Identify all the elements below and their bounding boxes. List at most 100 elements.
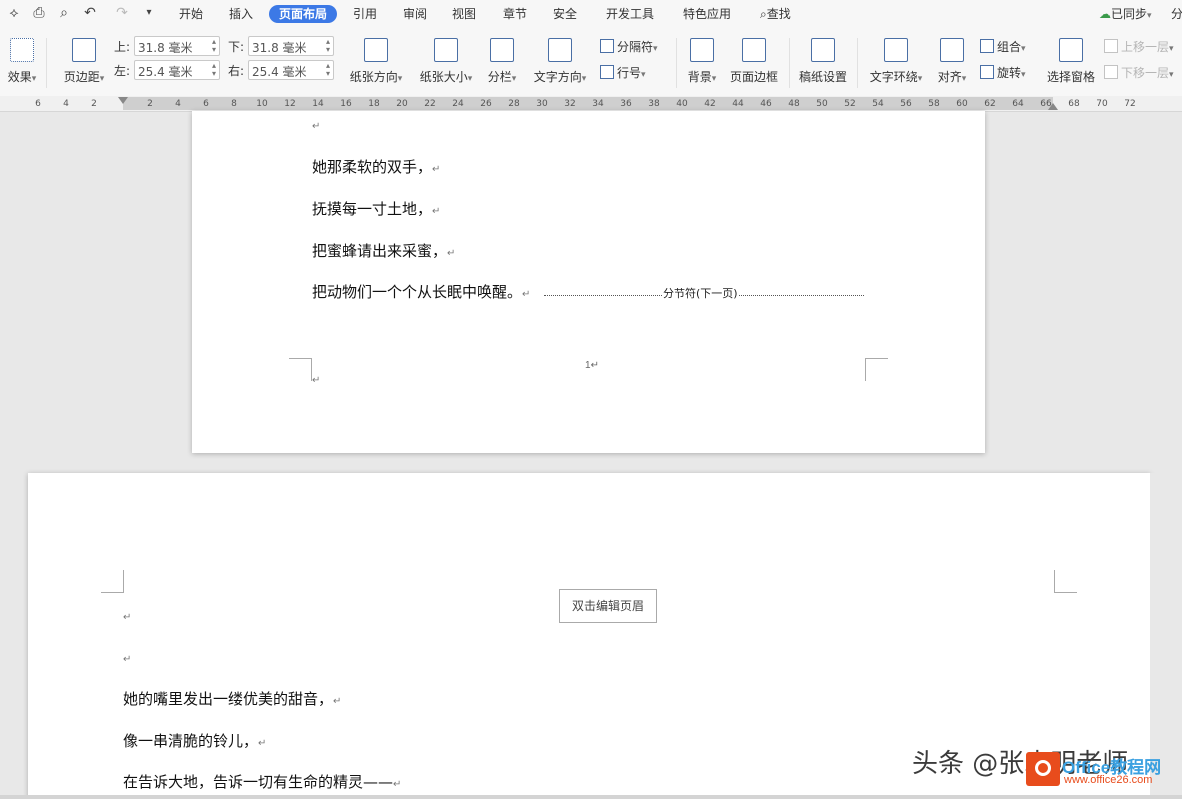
group-button[interactable]: 组合▾ [980, 38, 1026, 55]
tab-page-layout[interactable]: 页面布局 [269, 5, 338, 23]
ruler-tick-label: 62 [984, 99, 996, 109]
background-label: 背景 [687, 70, 712, 84]
margin-bottom-value[interactable]: 31.8 毫米 [252, 39, 307, 56]
effects-label: 效果 [7, 70, 32, 84]
edit-header-button[interactable]: 双击编辑页眉 [559, 589, 657, 623]
tab-security[interactable]: 安全 [553, 5, 577, 23]
undo-icon[interactable]: ↶ [82, 5, 98, 21]
tab-features[interactable]: 特色应用 [683, 5, 731, 23]
line-numbers-icon [600, 65, 614, 79]
document-page-1[interactable] [192, 111, 985, 453]
bring-forward-button[interactable]: 上移一层▾ [1104, 38, 1174, 55]
document-line[interactable]: 她那柔软的双手，↵ [312, 156, 440, 177]
send-backward-button[interactable]: 下移一层▾ [1104, 64, 1174, 81]
sync-status[interactable]: ☁已同步▾ [1099, 5, 1152, 23]
ruler-tick-label: 2 [147, 99, 153, 109]
margin-bottom-label: 下: [228, 40, 245, 54]
text-direction-button[interactable]: 文字方向▾ [530, 38, 590, 85]
ruler-tick-label: 60 [956, 99, 968, 109]
margin-corner-marker [1054, 570, 1077, 593]
orientation-label: 纸张方向 [349, 70, 398, 84]
paragraph-mark: ↵ [123, 612, 132, 623]
ruler-tick-label: 46 [760, 99, 772, 109]
ruler-tick-label: 54 [872, 99, 884, 109]
margin-top-field[interactable]: 上: 31.8 毫米 ▴ ▾ [114, 36, 222, 56]
margin-bottom-field[interactable]: 下: 31.8 毫米 ▴ ▾ [228, 36, 336, 56]
document-line[interactable]: 在告诉大地，告诉一切有生命的精灵——↵ [123, 771, 401, 792]
rotate-button[interactable]: 旋转▾ [980, 64, 1026, 81]
selection-pane-icon [1059, 38, 1083, 62]
page-border-icon [742, 38, 766, 62]
orientation-button[interactable]: 纸张方向▾ [346, 38, 406, 85]
ruler-tick-label: 56 [900, 99, 912, 109]
page-border-button[interactable]: 页面边框 [728, 38, 780, 85]
rotate-label: 旋转 [997, 66, 1022, 80]
wps-logo-icon[interactable]: ⟡ [6, 5, 22, 21]
share-button[interactable]: 分 [1171, 5, 1182, 23]
office-logo: Office教程网 www.office26.com [1026, 752, 1176, 792]
redo-icon[interactable]: ↷ [114, 5, 130, 21]
margin-corner-marker [289, 358, 312, 381]
ruler-tick-label: 36 [620, 99, 632, 109]
ruler-tick-label: 20 [396, 99, 408, 109]
margin-left-value[interactable]: 25.4 毫米 [138, 63, 193, 80]
margin-top-value[interactable]: 31.8 毫米 [138, 39, 193, 56]
ruler-tick-label: 68 [1068, 99, 1080, 109]
manuscript-button[interactable]: 稿纸设置 [797, 38, 849, 85]
margin-left-field[interactable]: 左: 25.4 毫米 ▴ ▾ [114, 60, 222, 80]
document-line[interactable]: 把动物们一个个从长眠中唤醒。↵ [312, 281, 530, 302]
ruler-tick-label: 22 [424, 99, 436, 109]
align-icon [940, 38, 964, 62]
effects-button[interactable]: 效果▾ [4, 38, 40, 85]
effects-icon [10, 38, 34, 62]
margin-right-field[interactable]: 右: 25.4 毫米 ▴ ▾ [228, 60, 336, 80]
manuscript-label: 稿纸设置 [798, 70, 847, 84]
align-label: 对齐 [937, 70, 962, 84]
wrap-text-button[interactable]: 文字环绕▾ [866, 38, 926, 85]
sync-label: 已同步 [1111, 7, 1148, 21]
tab-developer[interactable]: 开发工具 [606, 5, 654, 23]
group-label: 组合 [997, 40, 1022, 54]
more-icon[interactable]: ▾ [141, 5, 157, 21]
orientation-icon [364, 38, 388, 62]
indent-marker-icon[interactable] [118, 97, 128, 104]
selection-pane-label: 选择窗格 [1046, 70, 1095, 84]
page-number: 1↵ [585, 360, 599, 371]
document-line[interactable]: 抚摸每一寸土地，↵ [312, 198, 440, 219]
section-break-icon [600, 39, 614, 53]
margins-button[interactable]: 页边距▾ [60, 38, 108, 85]
tab-reference[interactable]: 引用 [353, 5, 377, 23]
document-line[interactable]: 像一串清脆的铃儿，↵ [123, 730, 266, 751]
ruler-tick-label: 64 [1012, 99, 1024, 109]
paper-size-button[interactable]: 纸张大小▾ [416, 38, 476, 85]
cloud-icon: ☁ [1099, 7, 1111, 21]
right-indent-marker-icon[interactable] [1048, 103, 1058, 110]
margin-corner-marker [865, 358, 888, 381]
columns-button[interactable]: 分栏▾ [484, 38, 520, 85]
document-line[interactable]: 把蜜蜂请出来采蜜，↵ [312, 240, 455, 261]
wrap-text-label: 文字环绕 [869, 70, 918, 84]
horizontal-scrollbar[interactable] [0, 795, 1182, 799]
print-preview-icon[interactable]: ⌕ [56, 5, 72, 21]
tab-insert[interactable]: 插入 [229, 5, 253, 23]
line-numbers-button[interactable]: 行号▾ [600, 64, 646, 81]
align-button[interactable]: 对齐▾ [934, 38, 970, 85]
columns-icon [490, 38, 514, 62]
background-button[interactable]: 背景▾ [684, 38, 720, 85]
paragraph-mark: ↵ [312, 375, 321, 386]
document-line[interactable]: 她的嘴里发出一缕优美的甜音，↵ [123, 688, 341, 709]
margins-label: 页边距 [63, 70, 100, 84]
tab-chapter[interactable]: 章节 [503, 5, 527, 23]
print-icon[interactable]: ⎙ [31, 5, 47, 21]
tab-view[interactable]: 视图 [452, 5, 476, 23]
selection-pane-button[interactable]: 选择窗格 [1045, 38, 1097, 85]
menu-bar: ⟡ ⎙ ⌕ ↶ ↷ ▾ 开始 插入 页面布局 引用 审阅 视图 章节 安全 开发… [0, 0, 1182, 28]
columns-label: 分栏 [487, 70, 512, 84]
search-button[interactable]: ⌕查找 [760, 5, 791, 23]
margin-right-value[interactable]: 25.4 毫米 [252, 63, 307, 80]
separator-button[interactable]: 分隔符▾ [600, 38, 658, 55]
ruler-tick-label: 14 [312, 99, 324, 109]
tab-review[interactable]: 审阅 [403, 5, 427, 23]
ruler-tick-label: 24 [452, 99, 464, 109]
tab-start[interactable]: 开始 [179, 5, 203, 23]
